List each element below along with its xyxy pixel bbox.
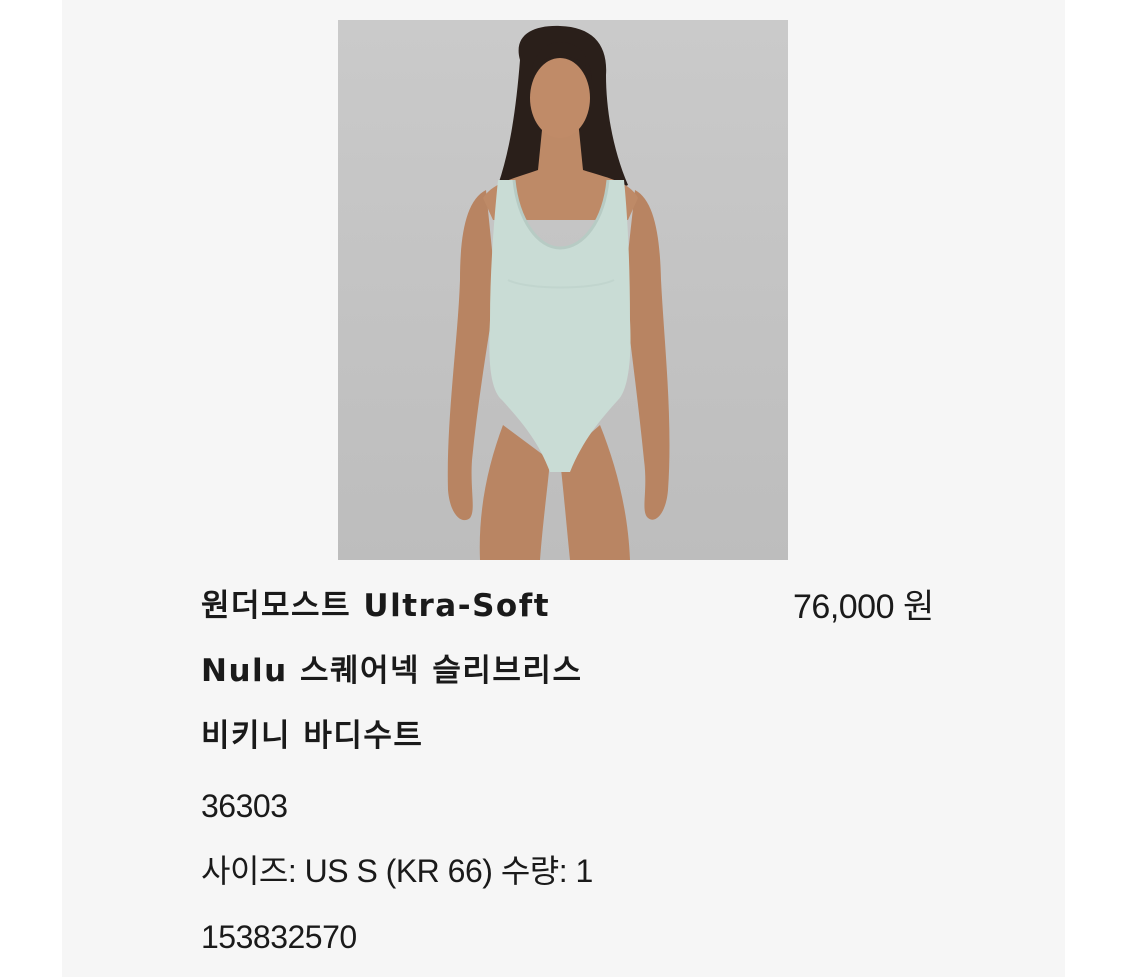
- product-title-line-2[interactable]: Nulu 스퀘어넥 슬리브리스: [201, 651, 582, 691]
- product-title-line-3[interactable]: 비키니 바디수트: [201, 716, 423, 756]
- style-number: 36303: [201, 788, 288, 824]
- size-quantity: 사이즈: US S (KR 66) 수량: 1: [201, 853, 593, 889]
- product-image[interactable]: [338, 20, 788, 560]
- product-title-line-1[interactable]: 원더모스트 Ultra-Soft: [201, 586, 550, 626]
- product-price: 76,000 원: [793, 588, 934, 626]
- model-photo-illustration: [447, 25, 670, 560]
- item-number: 153832570: [201, 919, 357, 955]
